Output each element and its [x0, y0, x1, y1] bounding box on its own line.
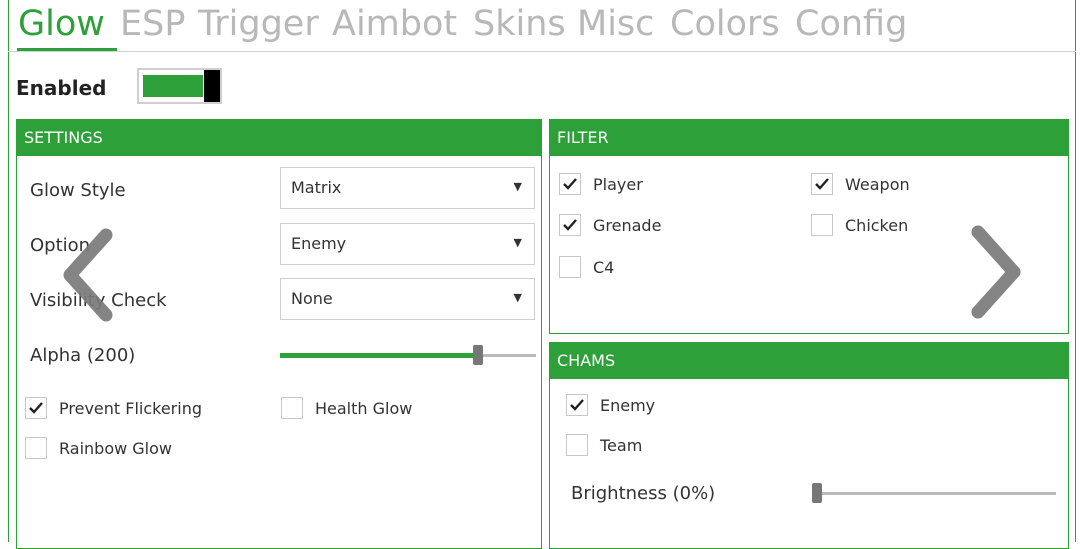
rainbow-glow-checkbox[interactable]: Rainbow Glow	[25, 437, 172, 459]
weapon-checkbox[interactable]: Weapon	[811, 173, 910, 195]
brightness-label: Brightness (0%)	[571, 483, 716, 504]
tab-misc[interactable]: Misc	[577, 2, 654, 46]
tab-config[interactable]: Config	[795, 2, 907, 46]
toggle-fill	[143, 75, 203, 97]
visibility-check-value: None	[291, 289, 333, 308]
active-tab-indicator	[17, 48, 117, 51]
settings-header: SETTINGS	[17, 120, 541, 156]
settings-panel: SETTINGS Glow Style Matrix ▼ Option Enem…	[16, 119, 542, 549]
tab-esp[interactable]: ESP	[120, 2, 185, 46]
toggle-thumb[interactable]	[204, 70, 220, 102]
c4-label: C4	[593, 257, 615, 277]
alpha-slider-knob[interactable]	[473, 345, 483, 365]
filter-header: FILTER	[550, 120, 1068, 156]
health-glow-checkbox[interactable]: Health Glow	[281, 397, 412, 419]
player-checkbox[interactable]: Player	[559, 173, 643, 195]
checkbox-box	[281, 397, 303, 419]
tab-colors[interactable]: Colors	[670, 2, 780, 46]
glow-style-value: Matrix	[291, 178, 342, 197]
option-select[interactable]: Enemy ▼	[280, 223, 535, 265]
brightness-slider-track	[812, 492, 1056, 495]
check-icon	[563, 219, 577, 231]
alpha-slider-fill	[280, 353, 478, 358]
chams-team-label: Team	[600, 435, 643, 455]
chicken-checkbox[interactable]: Chicken	[811, 214, 908, 236]
checkbox-box	[25, 437, 47, 459]
enabled-label: Enabled	[16, 76, 107, 100]
player-label: Player	[593, 174, 643, 194]
checkbox-box	[559, 214, 581, 236]
checkbox-box	[811, 214, 833, 236]
tab-glow[interactable]: Glow	[18, 2, 105, 46]
alpha-label: Alpha (200)	[30, 345, 136, 366]
prevent-flickering-checkbox[interactable]: Prevent Flickering	[25, 397, 202, 419]
caret-down-icon: ▼	[513, 291, 522, 304]
checkbox-box	[559, 173, 581, 195]
chevron-right-icon	[971, 225, 1021, 319]
chams-team-checkbox[interactable]: Team	[566, 434, 642, 456]
check-icon	[815, 178, 829, 190]
brightness-slider-knob[interactable]	[812, 483, 822, 503]
tab-skins[interactable]: Skins	[473, 2, 566, 46]
tab-aimbot[interactable]: Aimbot	[332, 2, 457, 46]
checkbox-box	[566, 394, 588, 416]
check-icon	[29, 402, 43, 414]
alpha-slider[interactable]	[280, 345, 536, 365]
chams-enemy-label: Enemy	[600, 395, 656, 415]
c4-checkbox[interactable]: C4	[559, 256, 614, 278]
enabled-toggle[interactable]	[137, 68, 222, 104]
brightness-slider[interactable]	[812, 483, 1056, 503]
checkbox-box	[811, 173, 833, 195]
checkbox-box	[559, 256, 581, 278]
glow-style-label: Glow Style	[30, 180, 126, 201]
chams-header: CHAMS	[550, 343, 1068, 379]
chicken-label: Chicken	[845, 215, 909, 235]
caret-down-icon: ▼	[513, 180, 522, 193]
previous-arrow[interactable]	[58, 225, 118, 325]
chams-enemy-checkbox[interactable]: Enemy	[566, 394, 655, 416]
prevent-flickering-label: Prevent Flickering	[59, 398, 202, 418]
check-icon	[570, 399, 584, 411]
rainbow-glow-label: Rainbow Glow	[59, 438, 172, 458]
check-icon	[563, 178, 577, 190]
tab-trigger[interactable]: Trigger	[198, 2, 319, 46]
tab-bar: Glow ESP Trigger Aimbot Skins Misc Color…	[8, 0, 1076, 52]
next-arrow[interactable]	[966, 222, 1026, 322]
option-value: Enemy	[291, 234, 347, 253]
checkbox-box	[25, 397, 47, 419]
chams-panel: CHAMS Enemy Team Brightness (0%)	[549, 342, 1069, 549]
grenade-label: Grenade	[593, 215, 662, 235]
visibility-check-select[interactable]: None ▼	[280, 278, 535, 320]
health-glow-label: Health Glow	[315, 398, 413, 418]
grenade-checkbox[interactable]: Grenade	[559, 214, 661, 236]
checkbox-box	[566, 434, 588, 456]
glow-style-select[interactable]: Matrix ▼	[280, 167, 535, 209]
weapon-label: Weapon	[845, 174, 910, 194]
caret-down-icon: ▼	[513, 236, 522, 249]
chevron-left-icon	[63, 228, 113, 322]
